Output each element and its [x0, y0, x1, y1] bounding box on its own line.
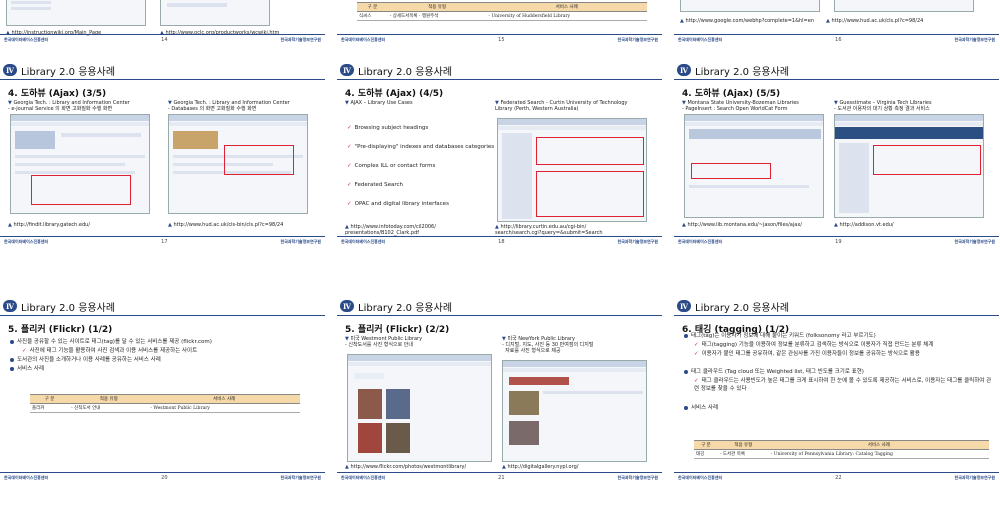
section-title: Library 2.0 응용사례 [358, 66, 453, 78]
list-item: 도서관의 사진을 소개하거나 이용 사례를 공유하는 서비스 사례 [10, 356, 320, 364]
slide-header: Ⅳ Library 2.0 응용사례 [337, 298, 662, 314]
list-item: ✓ 태그(tagging) 기능을 이용하여 정보를 분류하고 검색하는 방식으로… [694, 342, 934, 348]
slide-21: Ⅳ Library 2.0 응용사례 5. 플리커 (Flickr) (2/2) … [337, 298, 662, 482]
slide-title: 4. 도하뷰 (Ajax) (4/5) [345, 89, 444, 99]
google-screenshot [680, 0, 820, 12]
link-2[interactable]: ▲ http://library.curtin.edu.au/cgi-bin/ … [495, 224, 603, 236]
slide-header: Ⅳ Library 2.0 응용사례 [674, 62, 999, 78]
roman-iv-icon: Ⅳ [677, 300, 691, 312]
caption-1: ▼ Georgia Tech. : Library and Informatio… [8, 100, 130, 112]
list-item: 사진을 공유할 수 있는 사이트로 태그(tag)를 달 수 있는 서비스를 제… [10, 338, 320, 346]
slide-footer: 한국데이터베이스진흥센터 18 한국과학기술정보연구원 [337, 236, 662, 246]
slide-17: Ⅳ Library 2.0 응용사례 4. 도하뷰 (Ajax) (3/5) ▼ … [0, 62, 325, 246]
list-item: ✓ Complex ILL or contact forms [347, 163, 436, 169]
slide-header: Ⅳ Library 2.0 응용사례 [0, 62, 325, 78]
vt-screenshot [834, 114, 984, 218]
slide-footer: 한국데이터베이스진흥센터 22 한국과학기술정보연구원 [674, 472, 999, 482]
slide-header: Ⅳ Library 2.0 응용사례 [337, 62, 662, 78]
curtin-screenshot [497, 118, 647, 222]
slide-footer: 한국데이터베이스진흥센터 21 한국과학기술정보연구원 [337, 472, 662, 482]
slide-title: 4. 도하뷰 (Ajax) (5/5) [682, 89, 781, 99]
roman-iv-icon: Ⅳ [340, 64, 354, 76]
wiki-screenshot [6, 0, 146, 26]
slide-title: 5. 플리커 (Flickr) (1/2) [8, 325, 113, 335]
slide-footer: 한국데이터베이스진흥센터 17 한국과학기술정보연구원 [0, 236, 325, 246]
list-item: ✓ Browsing subject headings [347, 125, 429, 131]
list-item: 태그 클라우드 (Tag cloud 또는 Weighted list, 태그 … [684, 368, 994, 376]
list-item: ✓ Federated Search [347, 182, 404, 188]
montana-screenshot [684, 114, 824, 218]
slide-18: Ⅳ Library 2.0 응용사례 4. 도하뷰 (Ajax) (4/5) ▼ … [337, 62, 662, 246]
list-item: ✓ OPAC and digital library interfaces [347, 201, 449, 207]
gatech-screenshot [10, 114, 150, 214]
link-1[interactable]: ▲ http://www.flickr.com/photos/westmontl… [345, 464, 466, 470]
slide-20: Ⅳ Library 2.0 응용사례 5. 플리커 (Flickr) (1/2) … [0, 298, 325, 482]
slide-title: 4. 도하뷰 (Ajax) (3/5) [8, 89, 107, 99]
caption-2: ▼ Georgia Tech. : Library and Informatio… [168, 100, 290, 112]
list-item: ✓ "Pre-displaying" indexes and databases … [347, 144, 495, 150]
slide-title: 5. 플리커 (Flickr) (2/2) [345, 325, 450, 335]
section-title: Library 2.0 응용사례 [21, 302, 116, 314]
link-right-2[interactable]: ▲ http://www.hud.ac.uk/cls.pl?c=98/24 [826, 18, 923, 24]
caption-1: ▼ Montana State University-Bozeman Libra… [682, 100, 799, 112]
roman-iv-icon: Ⅳ [3, 300, 17, 312]
slide-22: Ⅳ Library 2.0 응용사례 6. 태깅 (tagging) (1/2) … [674, 298, 999, 482]
roman-iv-icon: Ⅳ [677, 64, 691, 76]
list-item: 서비스 사례 [684, 404, 718, 412]
section-title: Library 2.0 응용사례 [695, 302, 790, 314]
link-2[interactable]: ▲ http://addison.vt.edu/ [834, 222, 894, 228]
slide-footer: 한국데이터베이스진흥센터 19 한국과학기술정보연구원 [674, 236, 999, 246]
link-2[interactable]: ▲ http://digitalgallery.nypl.org/ [502, 464, 578, 470]
section-title: Library 2.0 응용사례 [358, 302, 453, 314]
list-item: 태그(tag)는 이용자가 정보에 대해 붙이는 키워드 (folksonomy… [684, 332, 994, 340]
flickr-screenshot [347, 354, 492, 462]
service-table: 구 분 적용 유형 서비스 사례 식씨스 - 상세도서목록 · 행원주석 - Unive… [357, 2, 647, 21]
link-1[interactable]: ▲ http://findit.library.gatech.edu/ [8, 222, 90, 228]
slide-header: Ⅳ Library 2.0 응용사례 [674, 298, 999, 314]
caption-1: ▼ AJAX – Library Use Cases [345, 100, 413, 106]
oclc-wiki-screenshot [160, 0, 270, 26]
roman-iv-icon: Ⅳ [340, 300, 354, 312]
link-1[interactable]: ▲ http://www.infotoday.com/cil2006/ pres… [345, 224, 436, 236]
caption-1: ▼ 미국 Westmont Public Library - 신착도서를 사진 … [345, 336, 423, 348]
slide-header: Ⅳ Library 2.0 응용사례 [0, 298, 325, 314]
nypl-screenshot [502, 360, 647, 462]
link-1[interactable]: ▲ http://www.lib.montana.edu/~jason/file… [682, 222, 802, 228]
section-title: Library 2.0 응용사례 [695, 66, 790, 78]
link-right[interactable]: ▲ http://www.google.com/webhp?complete=1… [680, 18, 814, 24]
slide-15-partial: 구 분 적용 유형 서비스 사례 식씨스 - 상세도서목록 · 행원주석 - Unive… [337, 0, 662, 44]
service-table: 구 분 적용 유형 서비스 사례 태깅 - 도서관 목록 - University of… [694, 440, 989, 459]
list-item: ✓ 사진에 태그 기능을 활용하여 사진 검색과 이용 서비스를 제공하는 사이트 [22, 348, 198, 354]
list-item: ✓ 태그 클라우드는 사용빈도가 높은 태그를 크게 표시하여 한 눈에 볼 수 … [694, 378, 992, 392]
slide-footer: 한국데이터베이스진흥센터 16 한국과학기술정보연구원 [674, 34, 999, 44]
slide-14-partial: ▲ http://instructionwiki.org/Main_Page ▲… [0, 0, 325, 44]
caption-2: ▼ Federated Search - Curtin University o… [495, 100, 628, 112]
slide-footer: 한국데이터베이스진흥센터 15 한국과학기술정보연구원 [337, 34, 662, 44]
slide-19: Ⅳ Library 2.0 응용사례 4. 도하뷰 (Ajax) (5/5) ▼ … [674, 62, 999, 246]
service-table: 구 분 적용 유형 서비스 사례 플리커 - 신착도서 안내 - Westmont Pu… [30, 394, 300, 413]
section-title: Library 2.0 응용사례 [21, 66, 116, 78]
caption-2: ▼ Guesstimate – Virginia Tech Libraries … [834, 100, 932, 112]
slide-footer: 한국데이터베이스진흥센터 20 한국과학기술정보연구원 [0, 472, 325, 482]
list-item: 서비스 사례 [10, 365, 44, 373]
slide-16-partial: ▲ http://www.google.com/webhp?complete=1… [674, 0, 999, 44]
hud-screenshot [168, 114, 308, 214]
caption-2: ▼ 미국 NewYork Public Library - 디지털, 지도, 사… [502, 336, 594, 354]
roman-iv-icon: Ⅳ [3, 64, 17, 76]
link-2[interactable]: ▲ http://www.hud.ac.uk/cls-bin/cls.pl?c=… [168, 222, 283, 228]
slide-footer: 한국데이터베이스진흥센터 14 한국과학기술정보연구원 [0, 34, 325, 44]
hud-screenshot [834, 0, 974, 12]
list-item: ✓ 이용자가 붙인 태그를 공유하여, 같은 관심사를 가진 이용자들이 정보를 … [694, 351, 920, 357]
